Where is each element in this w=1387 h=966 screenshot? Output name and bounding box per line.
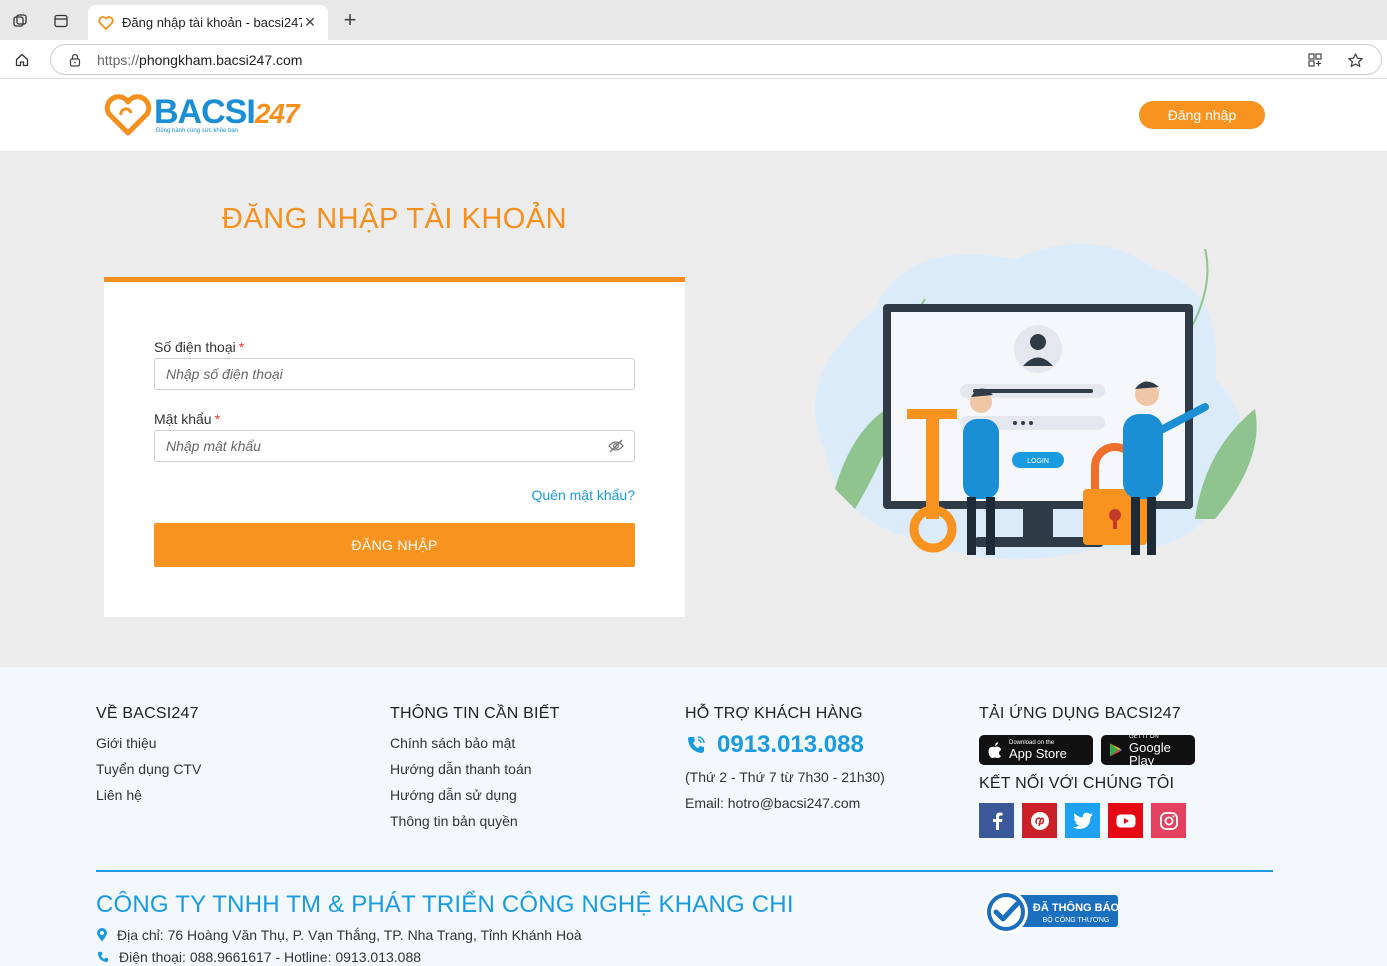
- instagram-icon[interactable]: [1151, 803, 1186, 838]
- address-bar-row: https://phongkham.bacsi247.com: [0, 40, 1387, 79]
- footer-support: HỖ TRỢ KHÁCH HÀNG 0913.013.088 (Thứ 2 - …: [685, 705, 885, 811]
- phone-icon: [688, 736, 705, 753]
- social-links: [979, 803, 1203, 838]
- site-footer: VỀ BACSI247 Giới thiệu Tuyển dụng CTV Li…: [0, 667, 1387, 966]
- heart-favicon-icon: [98, 15, 114, 30]
- footer-info: THÔNG TIN CẦN BIẾT Chính sách bảo mật Hư…: [390, 705, 560, 829]
- footer-about: VỀ BACSI247 Giới thiệu Tuyển dụng CTV Li…: [96, 705, 201, 803]
- app-store-button[interactable]: Download on the App Store: [979, 735, 1093, 765]
- login-form-card: Số điện thoại * Nhập số điện thoại Mật kh…: [104, 277, 685, 617]
- app-available-icon[interactable]: [1305, 50, 1325, 70]
- phone-input[interactable]: Nhập số điện thoại: [154, 358, 635, 390]
- password-label: Mật khẩu *: [154, 411, 221, 427]
- footer-hotline[interactable]: 0913.013.088: [685, 731, 885, 759]
- phone-icon: [97, 951, 109, 963]
- favorite-star-icon[interactable]: [1345, 50, 1365, 70]
- browser-tab-active[interactable]: Đăng nhập tài khoản - bacsi247.c ✕: [88, 5, 328, 40]
- header-login-button[interactable]: Đăng nhập: [1139, 101, 1265, 129]
- facebook-icon[interactable]: [979, 803, 1014, 838]
- footer-support-heading: HỖ TRỢ KHÁCH HÀNG: [685, 705, 863, 722]
- password-input[interactable]: Nhập mật khẩu: [154, 430, 635, 462]
- page-title: ĐĂNG NHẬP TÀI KHOẢN: [221, 203, 568, 235]
- company-name: CÔNG TY TNHH TM & PHÁT TRIỂN CÔNG NGHỆ K…: [96, 891, 794, 918]
- badge-main-text: ĐÃ THÔNG BÁO: [1033, 901, 1120, 914]
- logo-wordmark: BACSI247: [154, 93, 300, 131]
- close-tab-icon[interactable]: ✕: [302, 14, 318, 31]
- footer-link-recruit[interactable]: Tuyển dụng CTV: [96, 761, 201, 777]
- url-protocol: https://: [97, 51, 140, 68]
- company-phone: Điện thoại: 088.9661617 - Hotline: 0913.…: [96, 949, 421, 965]
- twitter-icon[interactable]: [1065, 803, 1100, 838]
- tab-title: Đăng nhập tài khoản - bacsi247.c: [122, 15, 302, 30]
- google-play-icon: [1109, 743, 1123, 757]
- lock-icon: [69, 53, 81, 67]
- footer-connect-heading: KẾT NỐI VỚI CHÚNG TÔI: [979, 775, 1175, 792]
- bacsi247-logo[interactable]: BACSI247 Đồng hành cùng sức khỏe bạn: [104, 93, 304, 137]
- url-host: phongkham.bacsi247.com: [139, 51, 303, 68]
- ministry-notified-badge[interactable]: ĐÃ THÔNG BÁO BỘ CÔNG THƯƠNG: [980, 889, 1120, 935]
- footer-support-hours: (Thứ 2 - Thứ 7 từ 7h30 - 21h30): [685, 769, 885, 785]
- apple-icon: [988, 742, 1001, 758]
- location-pin-icon: [97, 928, 107, 942]
- company-address: Địa chỉ: 76 Hoàng Văn Thụ, P. Vạn Thắng,…: [96, 927, 582, 943]
- google-play-button[interactable]: GET IT ON Google Play: [1101, 734, 1195, 767]
- browser-tabbar: Đăng nhập tài khoản - bacsi247.c ✕ +: [0, 0, 1387, 40]
- logo-tagline: Đồng hành cùng sức khỏe bạn: [156, 128, 239, 134]
- url-input[interactable]: https://phongkham.bacsi247.com: [50, 44, 1382, 75]
- footer-app-heading: TẢI ỨNG DỤNG BACSI247: [979, 705, 1181, 722]
- youtube-icon[interactable]: [1108, 803, 1143, 838]
- pinterest-icon[interactable]: [1022, 803, 1057, 838]
- footer-link-copyright[interactable]: Thông tin bản quyền: [390, 813, 560, 829]
- footer-link-usage[interactable]: Hướng dẫn sử dụng: [390, 787, 560, 803]
- store-buttons: Download on the App Store GET IT ON Google…: [979, 734, 1203, 767]
- phone-label: Số điện thoại *: [154, 339, 245, 355]
- badge-sub-text: BỘ CÔNG THƯƠNG: [1043, 915, 1110, 924]
- login-submit-button[interactable]: ĐĂNG NHẬP: [154, 523, 635, 567]
- footer-support-email[interactable]: Email: hotro@bacsi247.com: [685, 795, 885, 811]
- illustration-login-label: LOGIN: [1027, 458, 1049, 465]
- workspaces-icon[interactable]: [6, 7, 34, 35]
- site-header: BACSI247 Đồng hành cùng sức khỏe bạn Đăn…: [0, 79, 1387, 151]
- heart-logo-icon: [104, 94, 152, 136]
- footer-link-about[interactable]: Giới thiệu: [96, 735, 201, 751]
- footer-link-payment[interactable]: Hướng dẫn thanh toán: [390, 761, 560, 777]
- new-tab-icon[interactable]: +: [338, 6, 362, 34]
- footer-info-heading: THÔNG TIN CẦN BIẾT: [390, 705, 560, 722]
- main-section: ĐĂNG NHẬP TÀI KHOẢN Số điện thoại * Nhập …: [0, 151, 1387, 667]
- home-icon[interactable]: [8, 46, 36, 74]
- eye-slash-icon[interactable]: [608, 439, 624, 453]
- footer-divider: [96, 870, 1273, 872]
- login-illustration: LOGIN: [814, 243, 1257, 560]
- footer-link-contact[interactable]: Liên hệ: [96, 787, 201, 803]
- footer-about-heading: VỀ BACSI247: [96, 705, 199, 722]
- forgot-password-link[interactable]: Quên mật khẩu?: [531, 487, 635, 503]
- tab-actions-icon[interactable]: [47, 7, 75, 35]
- footer-link-privacy[interactable]: Chính sách bảo mật: [390, 735, 560, 751]
- footer-app: TẢI ỨNG DỤNG BACSI247 Download on the App…: [979, 705, 1203, 838]
